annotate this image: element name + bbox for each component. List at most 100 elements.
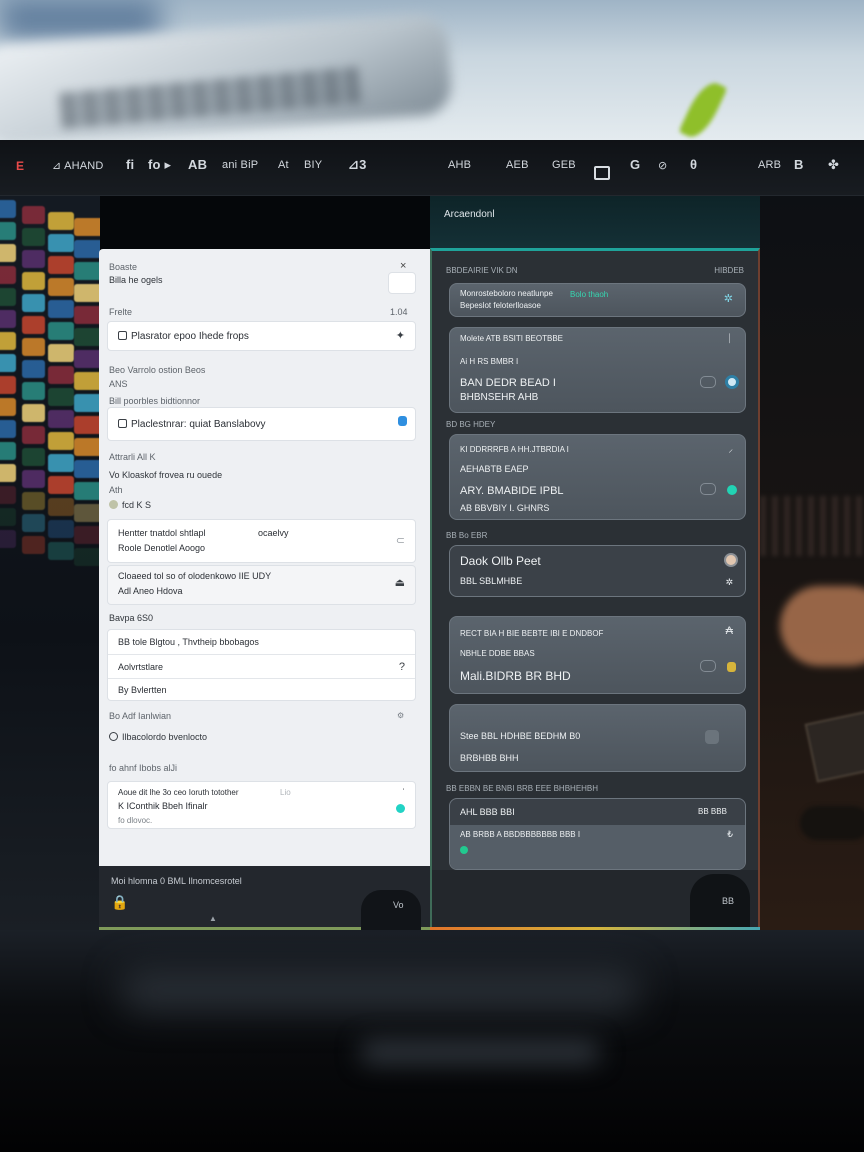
- status-dot-icon: [396, 804, 405, 813]
- menu-item-flower[interactable]: ✤: [828, 157, 839, 173]
- pin-icon[interactable]: ᛁ: [726, 333, 733, 345]
- menu-item-at[interactable]: At: [278, 159, 289, 171]
- pin-icon[interactable]: ✦: [396, 329, 405, 342]
- notification-card[interactable]: AHL BBB BBI BB BBB AB BRBB A BBDBBBBBBB …: [449, 798, 746, 870]
- background-screen-tile: [74, 240, 100, 258]
- list-item-card[interactable]: Aoue dit lhe 3o ceo Ioruth totother Lio …: [107, 781, 416, 829]
- menu-item-e[interactable]: E: [16, 159, 24, 173]
- row-label[interactable]: By Bvlertten: [118, 685, 167, 695]
- menu-item-fo[interactable]: fo ▸: [148, 157, 171, 173]
- background-screen-tile: [74, 504, 100, 522]
- background-screen-tile: [22, 382, 45, 400]
- menu-item-b[interactable]: B: [794, 157, 804, 172]
- background-screen-tile: [48, 498, 74, 516]
- tag-icon[interactable]: ⸝: [728, 442, 733, 455]
- menu-item-ahb[interactable]: AHB: [448, 159, 471, 171]
- menu-item-arb[interactable]: ARB: [758, 159, 781, 171]
- notification-card[interactable]: Monrosteboloro neatlunpe Bepeslot felote…: [449, 283, 746, 317]
- list-item-sub: Roole Denotlel Aoogo: [118, 543, 206, 553]
- status-dot-icon: [460, 846, 468, 854]
- left-panel-footer: Moi hlomna 0 BML Ilnomcesrotel 🔒 ▲ Vo: [99, 866, 430, 930]
- left-settings-panel: Boaste Billa he ogels × Frelte 1.04 Plas…: [99, 249, 430, 866]
- pin-icon[interactable]: ₳: [726, 625, 733, 637]
- caret-up-icon[interactable]: ▲: [209, 914, 217, 923]
- header-toggle-box[interactable]: [388, 272, 416, 294]
- notification-card[interactable]: Daok Ollb Peet BBL SBLMHBE ✲: [449, 545, 746, 597]
- background-leaf: [678, 77, 728, 140]
- background-screen-tile: [22, 360, 45, 378]
- shield-icon[interactable]: [398, 416, 407, 426]
- close-icon[interactable]: ×: [400, 260, 406, 272]
- background-screen-tile: [0, 420, 16, 438]
- list-item-card[interactable]: Placlestnrar: quiat Banslabovy: [107, 407, 416, 441]
- toggle-icon[interactable]: [700, 376, 716, 388]
- background-screen-tile: [48, 300, 74, 318]
- notification-card[interactable]: KI DDRRRFB A HH.JTBRDIA I AEHABTB EAEP A…: [449, 434, 746, 520]
- bookmark-icon[interactable]: [705, 730, 719, 744]
- section-sub: ANS: [109, 379, 128, 389]
- menu-item-fi[interactable]: fi: [126, 157, 134, 172]
- menu-item-ani[interactable]: ani BiP: [222, 159, 258, 171]
- menu-item-ab[interactable]: AB: [188, 157, 207, 172]
- background-screen-tile: [22, 294, 45, 312]
- notification-card[interactable]: RECT BIA H BIE BEBTE IBI E DNDBOF NBHLE …: [449, 616, 746, 694]
- notification-card[interactable]: Stee BBL HDHBE BEDHM B0 BRBHBB BHH: [449, 704, 746, 772]
- right-panel-header: Arcaendonl: [430, 196, 760, 248]
- window-square-icon[interactable]: [594, 166, 610, 180]
- section-label: Attrarli All K: [109, 452, 156, 462]
- background-screen-tile: [0, 332, 16, 350]
- menu-item-aeb[interactable]: AEB: [506, 159, 529, 171]
- background-screen-tile: [48, 520, 74, 538]
- bell-icon[interactable]: ⏏: [395, 576, 405, 589]
- card-sub: BRBHBB BHH: [460, 753, 519, 763]
- menu-item-biy[interactable]: BIY: [304, 159, 322, 171]
- background-screen-tile: [0, 288, 16, 306]
- menu-item-g[interactable]: G: [630, 157, 640, 172]
- notification-card[interactable]: Molete ATB BSITI BEOTBBE Ai H RS BMBR I …: [449, 327, 746, 413]
- list-item-card[interactable]: Cloaeed tol so of olodenkowo IIE UDY Adl…: [107, 565, 416, 605]
- top-menu-bar: E ⊿ AHAND fi fo ▸ AB ani BiP At BIY ⊿3 A…: [0, 140, 864, 196]
- background-screen-tile: [48, 366, 74, 384]
- menu-item-hand[interactable]: ⊿ AHAND: [52, 159, 104, 172]
- chevron-icon[interactable]: ⊂: [396, 534, 405, 547]
- panel-header-sub: Billa he ogels: [109, 275, 163, 285]
- avatar[interactable]: [724, 553, 738, 567]
- lock-icon[interactable]: 🔒: [111, 894, 128, 911]
- toggle-icon[interactable]: [700, 660, 716, 672]
- status-dot-icon: [727, 662, 736, 672]
- background-shape: [120, 970, 640, 1010]
- section-label: Frelte: [109, 307, 133, 317]
- sparkle-icon[interactable]: ✲: [725, 577, 733, 588]
- card-sub: BBL SBLMHBE: [460, 576, 523, 586]
- background-shape: [360, 1040, 600, 1064]
- row-label[interactable]: BB tole Blgtou , Thvtheip bbobagos: [118, 637, 259, 647]
- section-line: Ilbacolordo bvenlocto: [122, 732, 208, 742]
- list-item-card[interactable]: Hentter tnatdol shtlapl ocaelvy Roole De…: [107, 519, 416, 563]
- sparkle-icon[interactable]: ✲: [724, 292, 733, 305]
- card-title: Molete ATB BSITI BEOTBBE: [460, 334, 563, 343]
- toggle-icon[interactable]: [700, 483, 716, 495]
- status-dot-icon: [109, 500, 118, 509]
- background-screen-tile: [0, 266, 16, 284]
- menu-item-geb[interactable]: GEB: [552, 159, 576, 171]
- card-sub: Bepeslot feloterlloasoe: [460, 301, 541, 310]
- menu-item-circle[interactable]: ⊘: [658, 159, 667, 172]
- row-label[interactable]: Aolvrtstlare: [118, 662, 163, 672]
- menu-item-theta[interactable]: θ: [690, 157, 697, 172]
- background-screen-tile: [74, 350, 100, 368]
- list-item-card[interactable]: Plasrator epoo Ihede frops ✦: [107, 321, 416, 351]
- info-icon[interactable]: ʾ: [402, 787, 405, 797]
- help-icon[interactable]: ?: [399, 661, 405, 673]
- background-screen-tile: [74, 262, 100, 280]
- section-label: Beo Varrolo ostion Beos: [109, 365, 206, 375]
- list-item-meta: fo dlovoc.: [118, 816, 153, 825]
- background-screen-tile: [74, 482, 100, 500]
- menu-item-3[interactable]: ⊿3: [348, 157, 367, 173]
- card-line: AEHABTB EAEP: [460, 464, 529, 474]
- card-meta: BB BBB: [698, 807, 727, 816]
- section-label: Bavpa 6S0: [109, 613, 154, 623]
- background-screen-tile: [22, 448, 45, 466]
- gear-icon[interactable]: ⚙: [397, 711, 404, 720]
- link-icon[interactable]: ₺: [727, 829, 733, 840]
- background-screen-tile: [48, 542, 74, 560]
